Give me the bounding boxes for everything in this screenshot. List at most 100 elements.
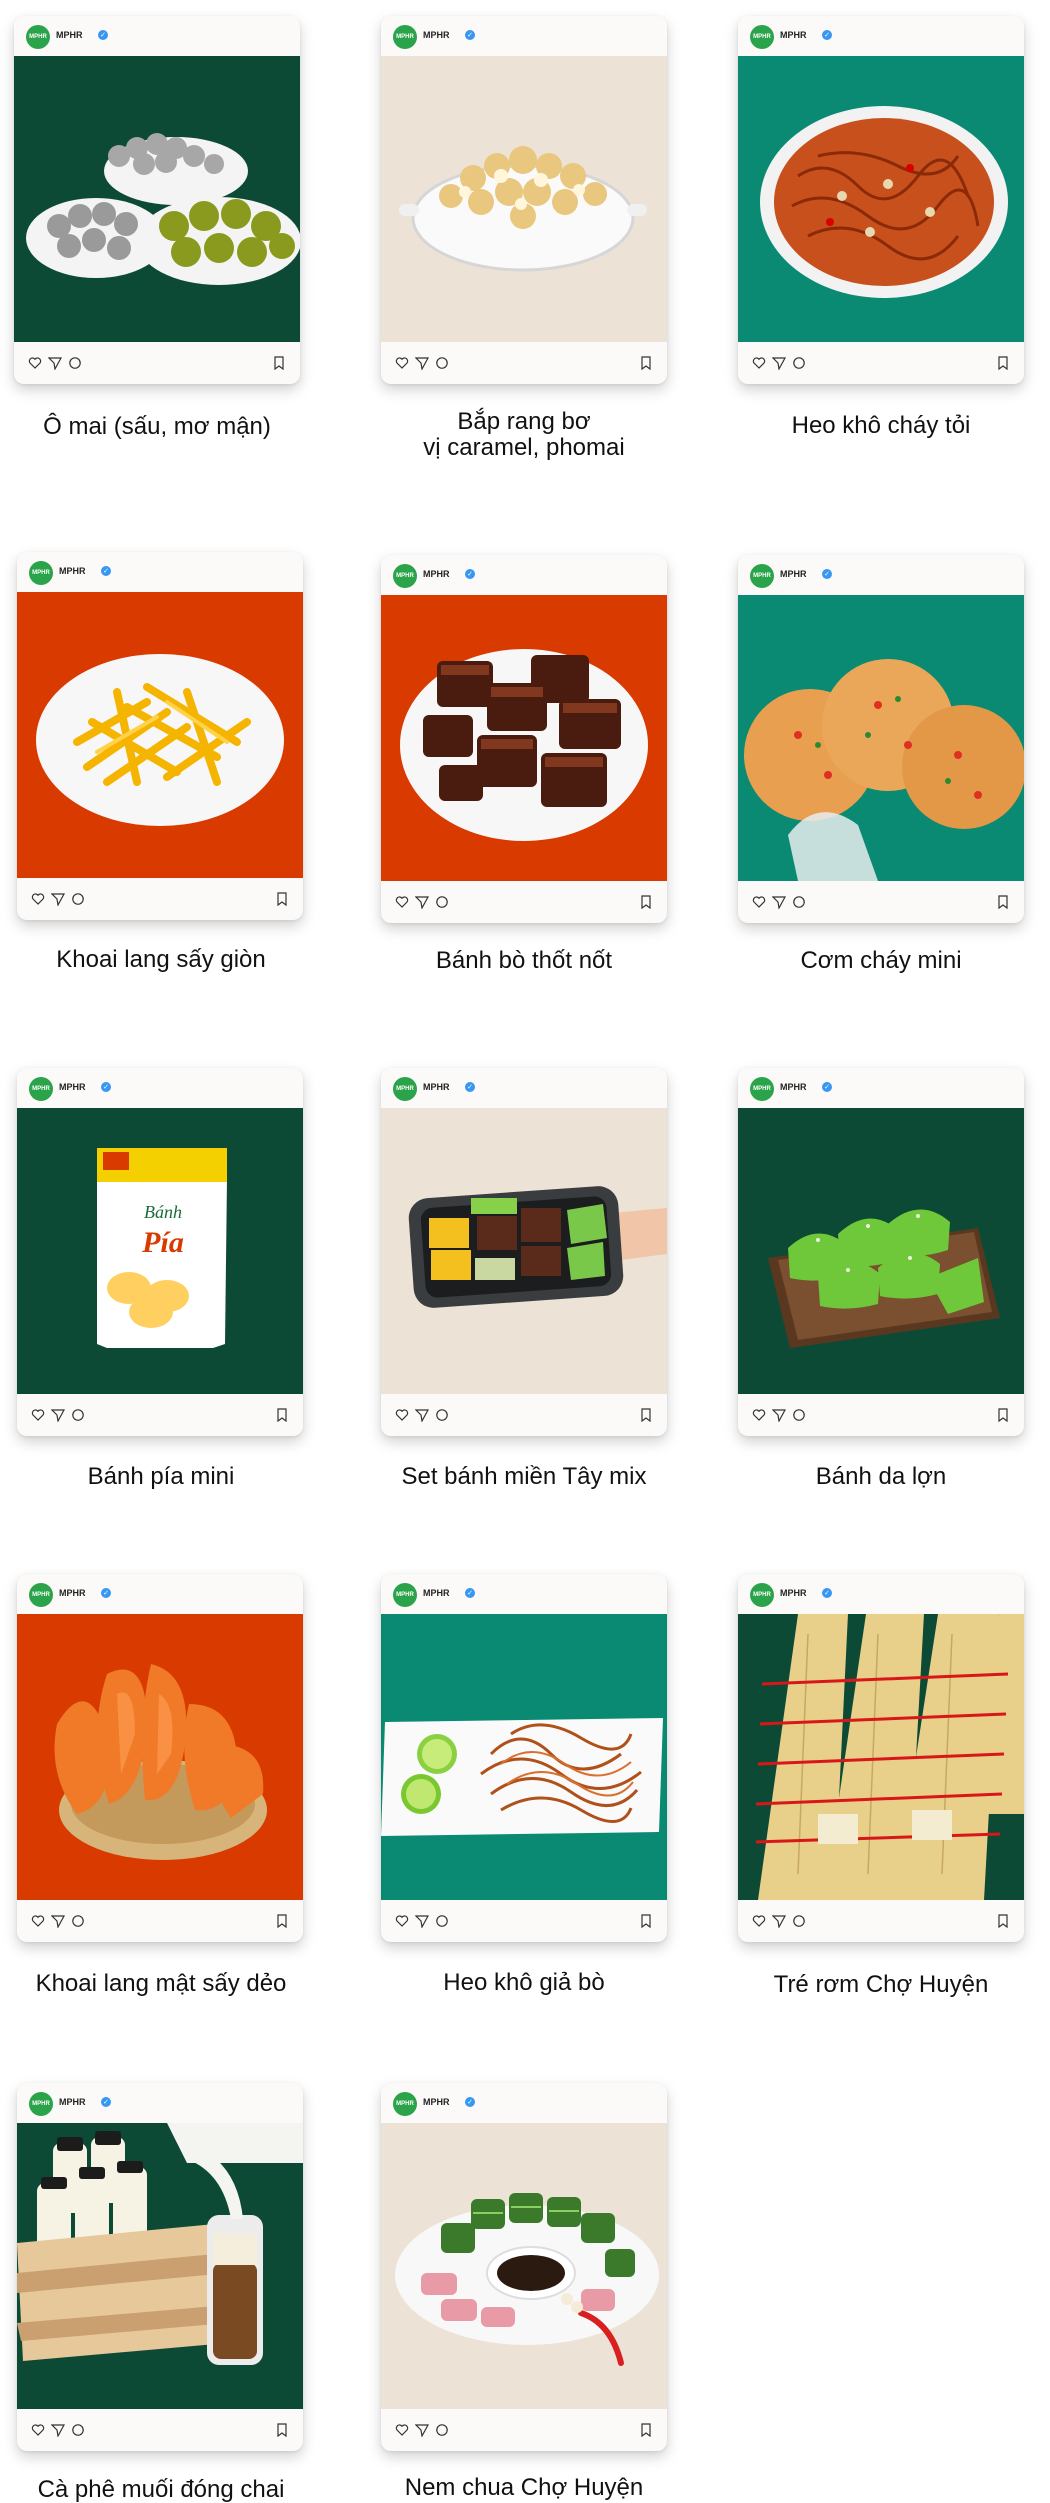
product-photo[interactable] [381, 1614, 667, 1900]
product-card[interactable]: MPHR MPHR ✓ [381, 2083, 667, 2451]
product-photo[interactable] [17, 592, 303, 878]
avatar[interactable]: MPHR [393, 2092, 417, 2116]
heart-icon[interactable] [395, 895, 409, 909]
product-photo[interactable] [381, 56, 667, 342]
bookmark-icon[interactable] [272, 356, 286, 370]
send-icon[interactable] [51, 2423, 65, 2437]
avatar[interactable]: MPHR [393, 1077, 417, 1101]
bookmark-icon[interactable] [275, 892, 289, 906]
comment-icon[interactable] [68, 356, 82, 370]
heart-icon[interactable] [752, 895, 766, 909]
comment-icon[interactable] [71, 2423, 85, 2437]
product-photo[interactable] [738, 1614, 1024, 1900]
bookmark-icon[interactable] [275, 1914, 289, 1928]
heart-icon[interactable] [31, 1914, 45, 1928]
product-card[interactable]: MPHR MPHR ✓ [17, 1574, 303, 1942]
avatar[interactable]: MPHR [29, 2092, 53, 2116]
product-card[interactable]: MPHR MPHR ✓ Bánh Pía [17, 1068, 303, 1436]
comment-icon[interactable] [435, 1408, 449, 1422]
avatar[interactable]: MPHR [750, 25, 774, 49]
avatar[interactable]: MPHR [750, 1077, 774, 1101]
username[interactable]: MPHR [423, 1588, 450, 1598]
product-photo[interactable] [738, 56, 1024, 342]
username[interactable]: MPHR [423, 2097, 450, 2107]
heart-icon[interactable] [395, 356, 409, 370]
send-icon[interactable] [51, 1914, 65, 1928]
product-photo[interactable] [738, 1108, 1024, 1394]
comment-icon[interactable] [435, 1914, 449, 1928]
avatar[interactable]: MPHR [393, 25, 417, 49]
heart-icon[interactable] [752, 356, 766, 370]
avatar[interactable]: MPHR [29, 561, 53, 585]
comment-icon[interactable] [792, 1408, 806, 1422]
bookmark-icon[interactable] [996, 895, 1010, 909]
heart-icon[interactable] [752, 1914, 766, 1928]
username[interactable]: MPHR [59, 1588, 86, 1598]
product-card[interactable]: MPHR MPHR ✓ [17, 552, 303, 920]
avatar[interactable]: MPHR [26, 25, 50, 49]
comment-icon[interactable] [435, 356, 449, 370]
comment-icon[interactable] [71, 1914, 85, 1928]
comment-icon[interactable] [792, 1914, 806, 1928]
product-card[interactable]: MPHR MPHR ✓ [381, 555, 667, 923]
bookmark-icon[interactable] [996, 1408, 1010, 1422]
username[interactable]: MPHR [423, 30, 450, 40]
bookmark-icon[interactable] [275, 2423, 289, 2437]
product-photo[interactable] [17, 2123, 303, 2409]
username[interactable]: MPHR [780, 569, 807, 579]
heart-icon[interactable] [31, 892, 45, 906]
product-card[interactable]: MPHR MPHR ✓ [738, 555, 1024, 923]
username[interactable]: MPHR [59, 2097, 86, 2107]
comment-icon[interactable] [71, 1408, 85, 1422]
avatar[interactable]: MPHR [750, 564, 774, 588]
comment-icon[interactable] [792, 356, 806, 370]
product-photo[interactable] [381, 595, 667, 881]
send-icon[interactable] [772, 1914, 786, 1928]
product-photo[interactable] [381, 2123, 667, 2409]
username[interactable]: MPHR [59, 1082, 86, 1092]
heart-icon[interactable] [752, 1408, 766, 1422]
heart-icon[interactable] [395, 1408, 409, 1422]
product-photo[interactable] [14, 56, 300, 342]
send-icon[interactable] [51, 892, 65, 906]
avatar[interactable]: MPHR [29, 1077, 53, 1101]
product-card[interactable]: MPHR MPHR ✓ [381, 1574, 667, 1942]
username[interactable]: MPHR [59, 566, 86, 576]
comment-icon[interactable] [435, 895, 449, 909]
send-icon[interactable] [772, 356, 786, 370]
send-icon[interactable] [415, 1914, 429, 1928]
username[interactable]: MPHR [56, 30, 83, 40]
product-card[interactable]: MPHR MPHR ✓ [17, 2083, 303, 2451]
avatar[interactable]: MPHR [750, 1583, 774, 1607]
bookmark-icon[interactable] [639, 895, 653, 909]
send-icon[interactable] [772, 1408, 786, 1422]
send-icon[interactable] [415, 356, 429, 370]
bookmark-icon[interactable] [275, 1408, 289, 1422]
heart-icon[interactable] [31, 1408, 45, 1422]
username[interactable]: MPHR [423, 569, 450, 579]
send-icon[interactable] [415, 1408, 429, 1422]
product-card[interactable]: MPHR MPHR ✓ [738, 1574, 1024, 1942]
bookmark-icon[interactable] [996, 1914, 1010, 1928]
send-icon[interactable] [772, 895, 786, 909]
avatar[interactable]: MPHR [29, 1583, 53, 1607]
product-photo[interactable]: Bánh Pía [17, 1108, 303, 1394]
product-card[interactable]: MPHR MPHR ✓ [381, 16, 667, 384]
username[interactable]: MPHR [423, 1082, 450, 1092]
username[interactable]: MPHR [780, 30, 807, 40]
heart-icon[interactable] [395, 1914, 409, 1928]
heart-icon[interactable] [28, 356, 42, 370]
comment-icon[interactable] [792, 895, 806, 909]
avatar[interactable]: MPHR [393, 1583, 417, 1607]
comment-icon[interactable] [435, 2423, 449, 2437]
heart-icon[interactable] [31, 2423, 45, 2437]
username[interactable]: MPHR [780, 1588, 807, 1598]
username[interactable]: MPHR [780, 1082, 807, 1092]
avatar[interactable]: MPHR [393, 564, 417, 588]
product-card[interactable]: MPHR MPHR ✓ [14, 16, 300, 384]
product-card[interactable]: MPHR MPHR ✓ [738, 16, 1024, 384]
bookmark-icon[interactable] [996, 356, 1010, 370]
product-card[interactable]: MPHR MPHR ✓ [381, 1068, 667, 1436]
send-icon[interactable] [415, 895, 429, 909]
send-icon[interactable] [48, 356, 62, 370]
